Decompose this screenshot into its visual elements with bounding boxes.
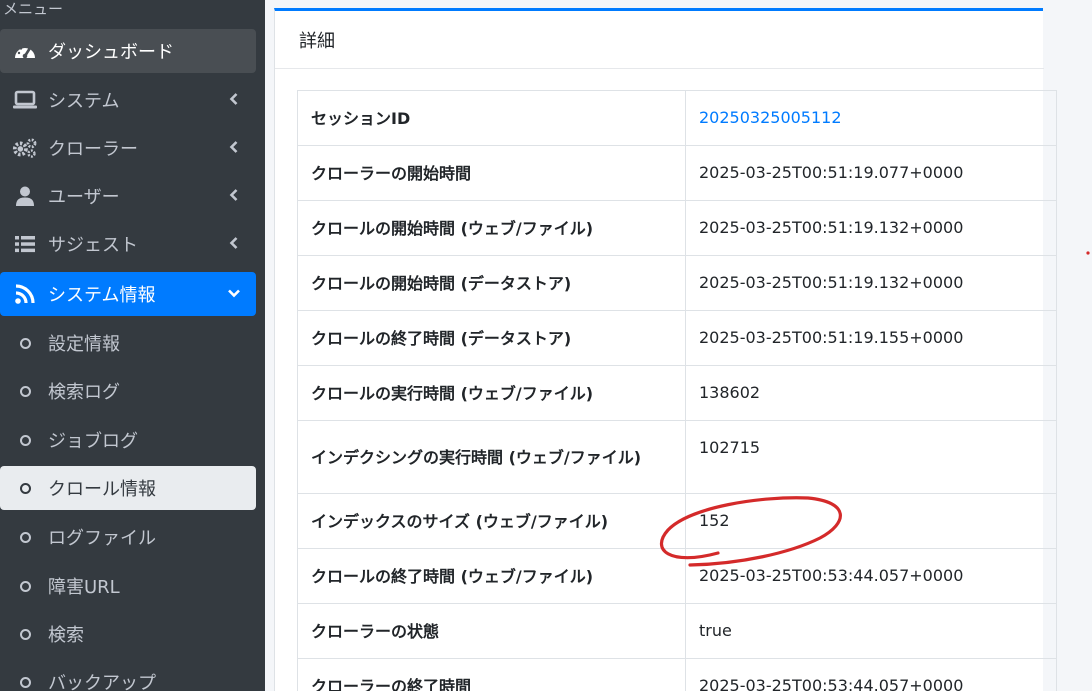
- detail-value: 152: [685, 493, 1057, 549]
- circle-icon: [12, 671, 38, 691]
- table-row: クローラーの状態 true: [297, 603, 1057, 659]
- chevron-down-icon: [226, 283, 242, 303]
- sidebar-item-label: ユーザー: [48, 187, 120, 208]
- sidebar: メニュー ダッシュボード システム クローラー ユーザー サジェスト システム情…: [0, 0, 265, 691]
- detail-value: 102715: [685, 420, 1057, 494]
- sidebar-subitem-search-log[interactable]: 検索ログ: [0, 369, 256, 413]
- sidebar-subitem-label: ログファイル: [48, 528, 156, 549]
- sidebar-item-system-info[interactable]: システム情報: [0, 272, 256, 316]
- circle-icon: [12, 429, 38, 451]
- detail-key: クロールの開始時間 (データストア): [297, 255, 686, 311]
- table-row: クローラーの終了時間 2025-03-25T00:53:44.057+0000: [297, 658, 1057, 691]
- card-title: 詳細: [299, 31, 335, 52]
- sidebar-item-label: ダッシュボード: [48, 42, 174, 63]
- detail-value: 2025-03-25T00:51:19.155+0000: [685, 310, 1057, 366]
- sidebar-item-crawler[interactable]: クローラー: [0, 126, 256, 170]
- chevron-left-icon: [226, 233, 242, 253]
- chevron-left-icon: [226, 185, 242, 205]
- sidebar-subitem-label: バックアップ: [48, 673, 156, 691]
- list-icon: [12, 233, 38, 255]
- sidebar-subitem-label: クロール情報: [48, 479, 156, 500]
- sidebar-subitem-job-log[interactable]: ジョブログ: [0, 418, 256, 462]
- sidebar-subitem-label: 障害URL: [48, 577, 120, 598]
- detail-value: 2025-03-25T00:51:19.077+0000: [685, 145, 1057, 201]
- detail-key: インデクシングの実行時間 (ウェブ/ファイル): [297, 420, 686, 494]
- table-row: クロールの終了時間 (ウェブ/ファイル) 2025-03-25T00:53:44…: [297, 548, 1057, 604]
- sidebar-subitem-log-file[interactable]: ログファイル: [0, 515, 256, 559]
- sidebar-item-suggest[interactable]: サジェスト: [0, 222, 256, 266]
- sidebar-subitem-label: 検索: [48, 625, 84, 646]
- detail-value: 2025-03-25T00:51:19.132+0000: [685, 255, 1057, 311]
- detail-key: クローラーの終了時間: [297, 658, 686, 691]
- table-row: クロールの実行時間 (ウェブ/ファイル) 138602: [297, 365, 1057, 421]
- circle-icon: [12, 380, 38, 402]
- sidebar-subitem-failure-url[interactable]: 障害URL: [0, 564, 256, 608]
- circle-icon: [12, 623, 38, 645]
- chevron-left-icon: [226, 89, 242, 109]
- sidebar-subitem-label: 検索ログ: [48, 382, 120, 403]
- sidebar-subitem-search[interactable]: 検索: [0, 612, 256, 656]
- sidebar-item-label: サジェスト: [48, 235, 138, 256]
- detail-value: true: [685, 603, 1057, 659]
- sidebar-item-system[interactable]: システム: [0, 78, 256, 122]
- circle-icon: [12, 477, 38, 499]
- cogs-icon: [12, 137, 38, 159]
- sidebar-subitem-label: ジョブログ: [48, 431, 138, 452]
- menu-header: メニュー: [3, 0, 64, 18]
- sidebar-subitem-config-info[interactable]: 設定情報: [0, 321, 256, 365]
- sidebar-subitem-crawl-info[interactable]: クロール情報: [0, 466, 256, 510]
- detail-key: インデックスのサイズ (ウェブ/ファイル): [297, 493, 686, 549]
- table-row: クロールの開始時間 (ウェブ/ファイル) 2025-03-25T00:51:19…: [297, 200, 1057, 256]
- sidebar-item-dashboard[interactable]: ダッシュボード: [0, 29, 256, 73]
- detail-key: クローラーの状態: [297, 603, 686, 659]
- detail-key: クローラーの開始時間: [297, 145, 686, 201]
- circle-icon: [12, 332, 38, 354]
- sidebar-item-label: システム情報: [48, 285, 156, 306]
- sidebar-item-label: クローラー: [48, 139, 138, 160]
- circle-icon: [12, 526, 38, 548]
- sidebar-item-label: システム: [48, 91, 120, 112]
- detail-value: 138602: [685, 365, 1057, 421]
- detail-key: クロールの終了時間 (ウェブ/ファイル): [297, 548, 686, 604]
- detail-key: クロールの実行時間 (ウェブ/ファイル): [297, 365, 686, 421]
- sidebar-item-user[interactable]: ユーザー: [0, 174, 256, 218]
- user-icon: [12, 185, 38, 207]
- detail-value: 2025-03-25T00:53:44.057+0000: [685, 548, 1057, 604]
- detail-value: 20250325005112: [685, 90, 1057, 146]
- laptop-icon: [12, 89, 38, 111]
- table-row: インデックスのサイズ (ウェブ/ファイル) 152: [297, 493, 1057, 549]
- detail-value: 2025-03-25T00:53:44.057+0000: [685, 658, 1057, 691]
- session-id-link[interactable]: 20250325005112: [699, 108, 842, 127]
- sidebar-subitem-label: 設定情報: [48, 334, 120, 355]
- detail-table: セッションID 20250325005112 クローラーの開始時間 2025-0…: [297, 90, 1057, 691]
- detail-key: セッションID: [297, 90, 686, 146]
- red-dot-annotation: [1086, 251, 1090, 255]
- circle-icon: [12, 575, 38, 597]
- table-row: セッションID 20250325005112: [297, 90, 1057, 146]
- dashboard-icon: [12, 40, 38, 62]
- table-row: クロールの開始時間 (データストア) 2025-03-25T00:51:19.1…: [297, 255, 1057, 311]
- table-row: クローラーの開始時間 2025-03-25T00:51:19.077+0000: [297, 145, 1057, 201]
- detail-key: クロールの開始時間 (ウェブ/ファイル): [297, 200, 686, 256]
- table-row: インデクシングの実行時間 (ウェブ/ファイル) 102715: [297, 420, 1057, 494]
- detail-value: 2025-03-25T00:51:19.132+0000: [685, 200, 1057, 256]
- table-row: クロールの終了時間 (データストア) 2025-03-25T00:51:19.1…: [297, 310, 1057, 366]
- rss-icon: [12, 283, 38, 305]
- chevron-left-icon: [226, 137, 242, 157]
- card-divider: [275, 68, 1044, 69]
- detail-key: クロールの終了時間 (データストア): [297, 310, 686, 366]
- sidebar-subitem-backup[interactable]: バックアップ: [0, 660, 256, 691]
